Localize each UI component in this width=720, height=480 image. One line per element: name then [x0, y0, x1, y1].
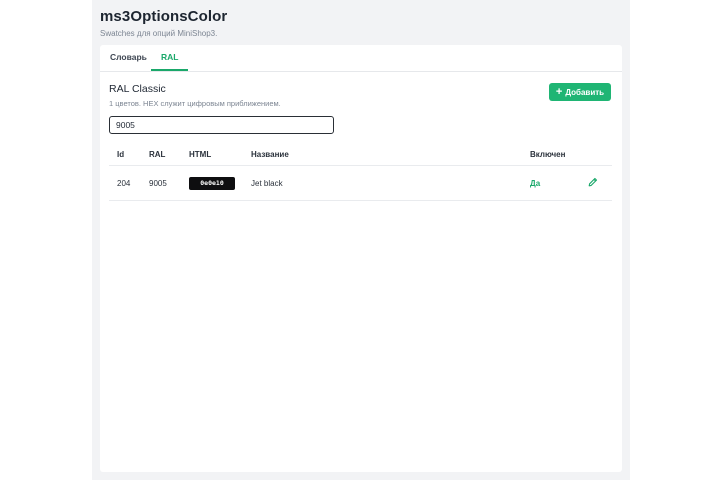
plus-icon: +	[555, 85, 563, 98]
page-title: ms3OptionsColor	[100, 8, 228, 25]
page-subtitle: Swatches для опций MiniShop3.	[100, 29, 218, 38]
cell-enabled: Да	[530, 178, 541, 188]
ral-table: Id RAL HTML Название Включен 204 9005 0e…	[109, 143, 612, 201]
table-header: Id RAL HTML Название Включен	[109, 143, 612, 166]
app-shell: ms3OptionsColor Swatches для опций MiniS…	[92, 0, 630, 480]
section-subtitle: 1 цветов. HEX служит цифровым приближени…	[109, 99, 281, 108]
column-header-id[interactable]: Id	[117, 143, 124, 165]
section-title: RAL Classic	[109, 83, 166, 95]
cell-actions	[588, 166, 598, 200]
cell-name: Jet black	[251, 178, 283, 188]
tab-bar: Словарь RAL	[100, 45, 622, 72]
tab-dictionary[interactable]: Словарь	[100, 45, 157, 71]
pencil-icon[interactable]	[588, 177, 598, 189]
add-button[interactable]: + Добавить	[549, 83, 611, 101]
cell-id: 204	[117, 178, 131, 188]
add-button-label: Добавить	[565, 87, 605, 97]
search-input[interactable]	[109, 116, 334, 134]
color-swatch: 0e0e10	[189, 176, 235, 190]
column-header-html[interactable]: HTML	[189, 143, 211, 165]
page-header: ms3OptionsColor Swatches для опций MiniS…	[100, 8, 227, 38]
column-header-name[interactable]: Название	[251, 143, 289, 165]
cell-html: 0e0e10	[189, 166, 235, 200]
column-header-enabled[interactable]: Включен	[530, 143, 565, 165]
tab-ral[interactable]: RAL	[151, 45, 188, 71]
table-row[interactable]: 204 9005 0e0e10 Jet black Да	[109, 166, 612, 201]
cell-ral: 9005	[149, 178, 167, 188]
column-header-ral[interactable]: RAL	[149, 143, 165, 165]
content-card: Словарь RAL RAL Classic 1 цветов. HEX сл…	[100, 45, 622, 472]
